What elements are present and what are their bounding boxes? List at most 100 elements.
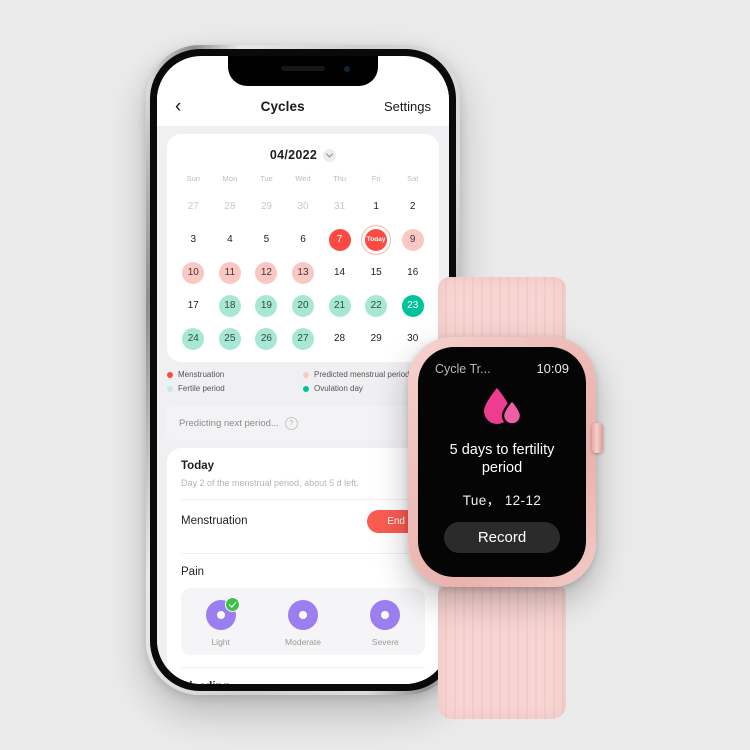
- calendar-day[interactable]: 3: [182, 229, 204, 251]
- calendar-day[interactable]: 30: [292, 196, 314, 218]
- calendar-day[interactable]: 18: [218, 294, 241, 317]
- calendar-day[interactable]: 6: [292, 229, 314, 251]
- legend-dot-icon: [303, 385, 309, 392]
- record-button[interactable]: Record: [443, 522, 561, 554]
- watch-status-bar: Cycle Tr... 10:09: [418, 347, 586, 376]
- calendar-day[interactable]: 17: [182, 295, 204, 317]
- calendar-cell-wrap: 7: [321, 224, 358, 255]
- calendar-day[interactable]: 19: [255, 294, 278, 317]
- calendar-day[interactable]: 14: [329, 262, 351, 284]
- check-icon: [224, 597, 240, 612]
- calendar-cell-wrap: 20: [285, 290, 322, 321]
- calendar-day[interactable]: 24: [182, 327, 205, 350]
- calendar-day[interactable]: 28: [219, 196, 241, 218]
- calendar-day[interactable]: 13: [291, 261, 314, 284]
- pain-level-icon: [287, 600, 318, 630]
- calendar-day[interactable]: 5: [255, 229, 277, 251]
- calendar-cell-wrap: 28: [321, 323, 358, 354]
- legend-dot-icon: [167, 385, 173, 392]
- calendar-cell-wrap: 25: [212, 323, 249, 354]
- watch-crown-button[interactable]: [592, 423, 603, 453]
- calendar-cell-wrap: 24: [175, 323, 212, 354]
- calendar-day[interactable]: 31: [329, 196, 351, 218]
- menstruation-label: Menstruation: [181, 515, 248, 527]
- calendar-cell-wrap: 27: [285, 323, 322, 354]
- chevron-down-icon[interactable]: [323, 148, 337, 162]
- calendar-cell-wrap: 14: [321, 257, 358, 288]
- calendar-day[interactable]: 12: [255, 261, 278, 284]
- page-title: Cycles: [260, 98, 305, 114]
- month-label: 04/2022: [269, 148, 318, 162]
- smartwatch-device: Cycle Tr... 10:09 5 days to fertility pe…: [386, 277, 611, 719]
- legend-item-menstruation: Menstruation: [167, 370, 303, 379]
- weekday-header: Tue: [260, 174, 273, 183]
- earpiece-speaker-icon: [281, 66, 325, 71]
- calendar-cell-wrap: 9: [394, 224, 431, 255]
- watch-band-bottom: [438, 587, 566, 719]
- calendar-cell-wrap: 2: [394, 191, 431, 222]
- calendar-cell-wrap: 11: [212, 257, 249, 288]
- calendar-cell-wrap: 3: [175, 224, 212, 255]
- watch-clock: 10:09: [536, 361, 569, 376]
- calendar-cell-wrap: 29: [248, 191, 285, 222]
- calendar-day[interactable]: 2: [402, 196, 424, 218]
- watch-case: Cycle Tr... 10:09 5 days to fertility pe…: [408, 337, 603, 587]
- legend-dot-icon: [303, 371, 309, 378]
- calendar-cell-wrap: 5: [248, 224, 285, 255]
- weekday-header: Thu: [333, 174, 347, 183]
- calendar-day[interactable]: 15: [365, 262, 387, 284]
- calendar-day[interactable]: 11: [218, 261, 241, 284]
- settings-button[interactable]: Settings: [384, 99, 431, 114]
- pain-option-light[interactable]: Light: [205, 597, 240, 647]
- weekday-header: Fri: [371, 174, 381, 183]
- calendar-day[interactable]: 25: [218, 327, 241, 350]
- calendar-cell-wrap: 27: [175, 191, 212, 222]
- calendar-day[interactable]: 29: [365, 328, 387, 350]
- blood-drop-icon: [480, 386, 524, 431]
- month-selector[interactable]: 04/2022: [175, 144, 431, 174]
- calendar-day[interactable]: 28: [329, 328, 351, 350]
- calendar-cell-wrap: 28: [212, 191, 249, 222]
- pain-option-label: Moderate: [285, 637, 321, 647]
- calendar-day[interactable]: 20: [291, 294, 314, 317]
- legend-label: Fertile period: [178, 384, 225, 393]
- calendar-cell-wrap: 1: [358, 191, 395, 222]
- calendar-day[interactable]: 10: [182, 261, 205, 284]
- calendar-day[interactable]: 9: [401, 228, 424, 251]
- calendar-cell-wrap: 12: [248, 257, 285, 288]
- front-camera-icon: [344, 66, 350, 72]
- weekday-header: Sat: [407, 174, 419, 183]
- legend-item-ovulation: Ovulation day: [303, 384, 363, 393]
- calendar-cell-wrap: 19: [248, 290, 285, 321]
- calendar-day[interactable]: 21: [328, 294, 351, 317]
- calendar-cell-wrap: 6: [285, 224, 322, 255]
- legend-dot-icon: [167, 371, 173, 378]
- weekday-header: Wed: [295, 174, 311, 183]
- calendar-cell-wrap: 26: [248, 323, 285, 354]
- back-icon[interactable]: ‹: [175, 97, 181, 116]
- weekday-header: Sun: [186, 174, 200, 183]
- legend-item-fertile: Fertile period: [167, 384, 303, 393]
- watch-date: Tue， 12-12: [462, 493, 542, 509]
- calendar-day[interactable]: 1: [365, 196, 387, 218]
- question-mark-icon[interactable]: ?: [284, 416, 298, 430]
- calendar-day[interactable]: 29: [255, 196, 277, 218]
- scene: ‹ Cycles Settings 04/2022 Sun Mon Tue Wed Th…: [0, 0, 750, 750]
- calendar-day[interactable]: 22: [365, 294, 388, 317]
- calendar-day[interactable]: 7: [328, 228, 351, 251]
- calendar-day[interactable]: 27: [291, 327, 314, 350]
- predicting-text: Predicting next period...: [179, 417, 279, 429]
- legend-label: Ovulation day: [314, 384, 363, 393]
- pain-option-moderate[interactable]: Moderate: [285, 600, 321, 647]
- calendar-cell-wrap: 17: [175, 290, 212, 321]
- pain-option-label: Light: [211, 637, 230, 647]
- calendar-day[interactable]: 27: [182, 196, 204, 218]
- calendar-cell-wrap: 31: [321, 191, 358, 222]
- legend-label: Menstruation: [178, 370, 225, 379]
- calendar-day[interactable]: 26: [255, 327, 278, 350]
- weekday-header: Mon: [222, 174, 238, 183]
- calendar-day-today[interactable]: Today: [361, 224, 392, 255]
- watch-app-name: Cycle Tr...: [435, 361, 491, 376]
- calendar-day[interactable]: 4: [219, 229, 241, 251]
- watch-main-message: 5 days to fertility period: [449, 442, 555, 476]
